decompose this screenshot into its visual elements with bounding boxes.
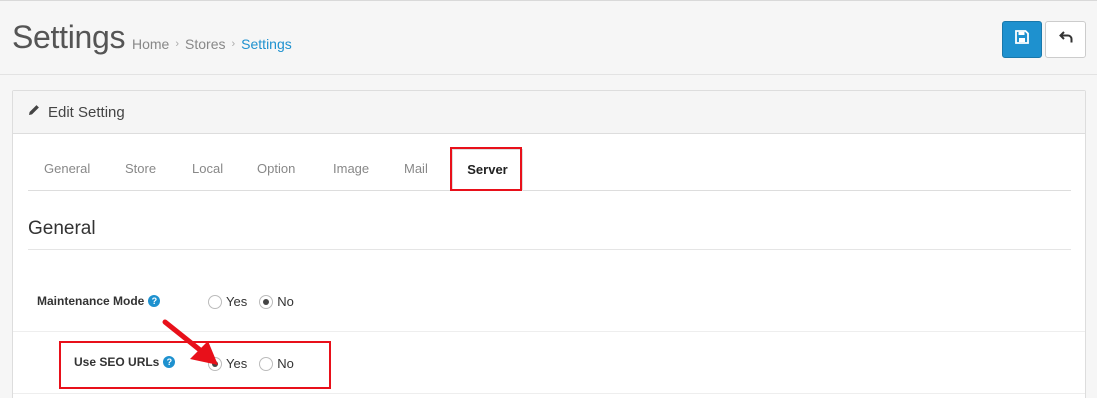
- tab-store[interactable]: Store: [125, 149, 156, 191]
- breadcrumb-home[interactable]: Home: [132, 36, 169, 52]
- maintenance-mode-label-text: Maintenance Mode: [37, 294, 145, 308]
- page-title: Settings: [12, 19, 126, 55]
- maintenance-no-radio[interactable]: [259, 294, 274, 309]
- maintenance-yes-radio[interactable]: [208, 294, 222, 309]
- panel-title: Edit Setting: [48, 103, 125, 121]
- page-header: Settings Home › Stores › Settings: [0, 1, 1097, 75]
- maintenance-mode-label: Maintenance Mode ?: [37, 294, 161, 308]
- tab-mail[interactable]: Mail: [404, 149, 428, 191]
- pencil-icon: [28, 103, 40, 121]
- save-icon: [1015, 30, 1029, 49]
- seo-no-radio[interactable]: [259, 356, 274, 371]
- tab-image[interactable]: Image: [333, 149, 369, 191]
- breadcrumb-stores[interactable]: Stores: [185, 36, 225, 52]
- save-button[interactable]: [1002, 21, 1042, 58]
- arrow-annotation-icon: [162, 319, 218, 365]
- breadcrumb: Home › Stores › Settings: [132, 36, 292, 52]
- panel-heading: Edit Setting: [13, 91, 1085, 134]
- section-title: General: [28, 218, 1071, 250]
- help-icon[interactable]: ?: [148, 295, 161, 307]
- back-button[interactable]: [1045, 21, 1086, 58]
- seo-urls-label-text: Use SEO URLs: [74, 355, 160, 369]
- seo-yes-label[interactable]: Yes: [226, 356, 247, 371]
- tab-server[interactable]: Server: [452, 149, 523, 191]
- breadcrumb-settings[interactable]: Settings: [241, 36, 292, 52]
- maintenance-mode-options: Yes No: [208, 294, 306, 309]
- tab-option[interactable]: Option: [257, 149, 295, 191]
- back-icon: [1058, 30, 1073, 49]
- chevron-right-icon: ›: [175, 38, 180, 50]
- maintenance-no-label[interactable]: No: [277, 294, 294, 309]
- tab-local[interactable]: Local: [192, 149, 223, 191]
- seo-no-label[interactable]: No: [277, 356, 294, 371]
- chevron-right-icon: ›: [231, 38, 236, 50]
- maintenance-yes-label[interactable]: Yes: [226, 294, 247, 309]
- settings-tabs: General Store Local Option Image Mail Se…: [28, 149, 1071, 191]
- tab-general[interactable]: General: [44, 149, 90, 191]
